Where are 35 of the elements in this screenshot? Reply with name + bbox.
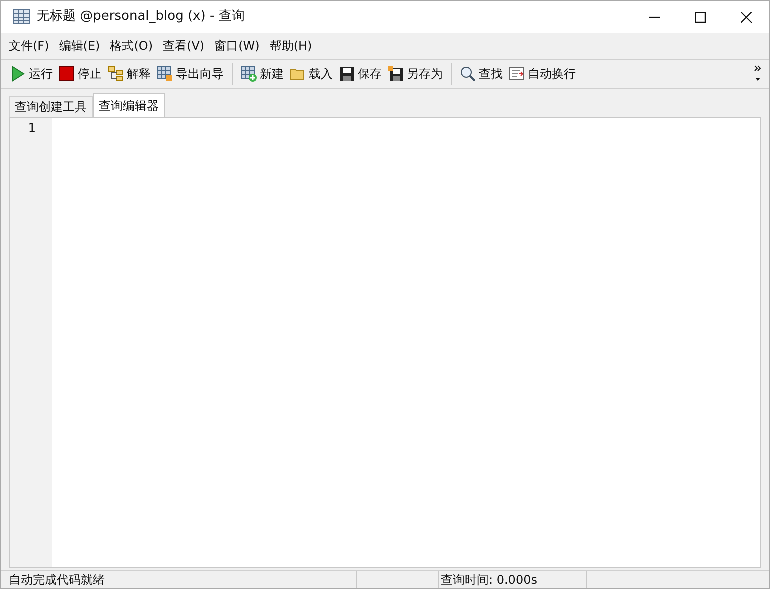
floppy-icon — [388, 66, 404, 82]
toolbar-button[interactable]: 自动换行 — [506, 62, 579, 86]
toolbar-button[interactable]: 运行 — [7, 62, 56, 86]
toolbar-button[interactable]: 导出向导 — [154, 62, 227, 86]
floppy-icon — [339, 66, 355, 82]
menu-item[interactable]: 查看(V) — [159, 35, 209, 57]
toolbar-button[interactable]: 载入 — [287, 62, 336, 86]
menu-item[interactable]: 帮助(H) — [266, 35, 316, 57]
menu-item[interactable]: 编辑(E) — [55, 35, 104, 57]
text-wrap-icon — [509, 66, 525, 82]
close-icon — [740, 12, 752, 22]
stop-icon — [59, 66, 75, 82]
tab[interactable]: 查询创建工具 — [9, 96, 93, 117]
toolbar-button[interactable]: 另存为 — [385, 62, 446, 86]
query-time: 查询时间: 0.000s — [439, 570, 587, 588]
play-icon — [10, 66, 26, 82]
menu-item[interactable]: 窗口(W) — [210, 35, 264, 57]
window-title: 无标题 @personal_blog (x) - 查询 — [37, 8, 245, 26]
toolbar-button[interactable]: 新建 — [238, 62, 287, 86]
toolbar-button[interactable]: 解释 — [105, 62, 154, 86]
tab[interactable]: 查询编辑器 — [93, 93, 165, 117]
toolbar-button[interactable]: 查找 — [457, 62, 506, 86]
table-icon — [13, 9, 31, 25]
line-number: 1 — [28, 120, 36, 136]
menu-item[interactable]: 格式(O) — [106, 35, 158, 57]
tree-icon — [108, 66, 124, 82]
maximize-icon — [694, 12, 706, 22]
toolbar-button[interactable]: 停止 — [56, 62, 105, 86]
table-export-icon — [157, 66, 173, 82]
status-message: 自动完成代码就绪 — [1, 570, 357, 588]
menu-item[interactable]: 文件(F) — [5, 35, 54, 57]
sql-editor[interactable]: 1 — [9, 117, 761, 568]
toolbar-button[interactable]: 保存 — [336, 62, 385, 86]
search-icon — [460, 66, 476, 82]
table-add-icon — [241, 66, 257, 82]
